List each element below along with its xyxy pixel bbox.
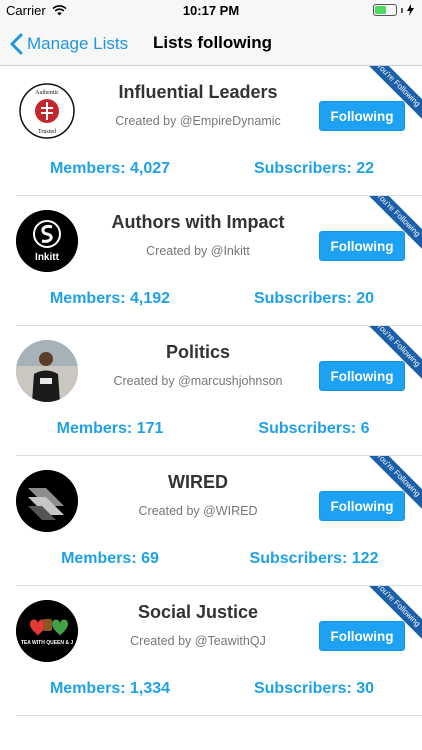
following-ribbon: You're Following — [362, 456, 422, 516]
back-button[interactable]: Manage Lists — [10, 30, 128, 58]
subscribers-count: Subscribers: 22 — [253, 160, 375, 177]
avatar-text: Inkitt — [35, 252, 60, 263]
members-count: Members: 1,334 — [49, 680, 171, 697]
list-title: Authors with Impact — [111, 212, 285, 232]
avatar — [16, 340, 78, 402]
avatar-text: TEA WITH QUEEN & J — [21, 640, 74, 646]
subscribers-count: Subscribers: 30 — [253, 680, 375, 697]
battery-cap — [401, 7, 403, 13]
following-ribbon: You're Following — [362, 326, 422, 386]
page-title: Lists following — [153, 33, 272, 52]
status-bar: Carrier 10:17 PM — [0, 0, 422, 22]
following-ribbon: You're Following — [362, 66, 422, 126]
ribbon-label: You're Following — [362, 66, 422, 126]
avatar: Authentic Trusted — [16, 80, 78, 142]
battery-icon — [373, 4, 397, 16]
bolt-icon — [407, 4, 414, 16]
subscribers-count: Subscribers: 6 — [258, 420, 370, 437]
ribbon-label: You're Following — [362, 456, 422, 516]
ribbon-label: You're Following — [362, 326, 422, 386]
subscribers-count: Subscribers: 122 — [249, 550, 379, 567]
members-count: Members: 4,192 — [49, 290, 171, 307]
list-item[interactable]: Inkitt Authors with Impact Created by @I… — [16, 196, 422, 326]
subscribers-count: Subscribers: 20 — [253, 290, 375, 307]
following-ribbon: You're Following — [362, 586, 422, 646]
list-creator: Created by @EmpireDynamic — [115, 114, 281, 128]
list-title: Politics — [165, 342, 231, 362]
list-creator: Created by @marcushjohnson — [113, 374, 283, 388]
list-item[interactable]: TEA WITH QUEEN & J Social Justice Create… — [16, 586, 422, 716]
avatar — [16, 470, 78, 532]
members-count: Members: 4,027 — [49, 160, 171, 177]
lists-table: Authentic Trusted Influential Leaders Cr… — [0, 66, 422, 716]
avatar-subtext: Trusted — [38, 129, 56, 135]
list-item[interactable]: WIRED Created by @WIRED Following You're… — [16, 456, 422, 586]
avatar: TEA WITH QUEEN & J — [16, 600, 78, 662]
members-count: Members: 171 — [56, 420, 164, 437]
list-item[interactable]: Politics Created by @marcushjohnson Foll… — [16, 326, 422, 456]
list-title: Influential Leaders — [118, 82, 278, 102]
ribbon-label: You're Following — [362, 196, 422, 256]
avatar: Inkitt — [16, 210, 78, 272]
navigation-bar: Manage Lists Lists following — [0, 22, 422, 66]
list-item[interactable]: Authentic Trusted Influential Leaders Cr… — [16, 66, 422, 196]
avatar-text: Authentic — [35, 90, 59, 96]
chevron-left-icon — [10, 33, 23, 55]
status-right — [373, 4, 414, 16]
ribbon-label: You're Following — [362, 586, 422, 646]
back-button-label: Manage Lists — [27, 34, 129, 53]
clock: 10:17 PM — [182, 3, 240, 18]
list-creator: Created by @TeawithQJ — [130, 634, 266, 648]
following-ribbon: You're Following — [362, 196, 422, 256]
list-title: WIRED — [168, 472, 228, 492]
list-creator: Created by @WIRED — [138, 504, 258, 518]
list-title: Social Justice — [137, 602, 259, 622]
list-creator: Created by @Inkitt — [146, 244, 250, 258]
members-count: Members: 69 — [61, 550, 159, 567]
